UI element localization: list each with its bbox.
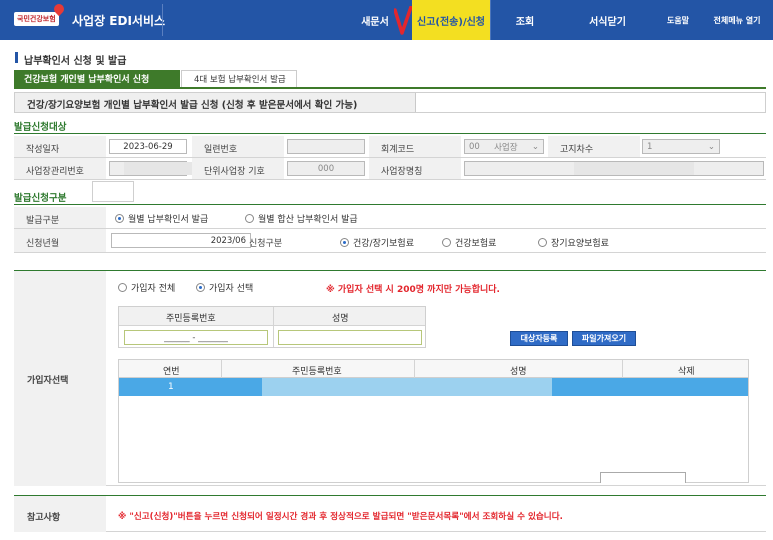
nhis-logo[interactable]: 국민건강보험 — [14, 1, 66, 28]
radio-empty-icon — [245, 214, 254, 223]
menu-report-submit[interactable]: 신고(전송)/신청 — [412, 0, 490, 40]
reference-text: ※ "신고(신청)"버튼을 누르면 신청되어 일정시간 경과 후 정상적으로 발… — [118, 512, 563, 522]
section-rule — [14, 133, 766, 134]
request-type-label: 신청구분 — [249, 239, 283, 249]
resident-id-input[interactable]: ______ - _______ — [124, 330, 268, 345]
radio-label: 가입자 선택 — [209, 284, 254, 294]
column-header-delete: 삭제 — [678, 367, 695, 377]
issue-type-label: 발급구분 — [26, 216, 60, 226]
redacted-area — [574, 162, 694, 175]
unit-code-field[interactable]: 000 — [287, 161, 365, 176]
notice-order-value: 1 — [647, 141, 653, 152]
menu-close-form[interactable]: 서식닫기 — [575, 0, 640, 40]
biz-name-label: 사업장명칭 — [381, 167, 423, 177]
entry-name-header: 성명 — [332, 314, 349, 324]
section-title-target: 발급신청대상 — [14, 122, 67, 133]
radio-label: 월별 합산 납부확인서 발급 — [258, 215, 358, 225]
service-brand-title: 사업장 EDI서비스 — [72, 14, 166, 28]
page-title: 납부확인서 신청 및 발급 — [24, 56, 127, 67]
tab-underline — [14, 87, 766, 89]
request-month-field[interactable]: 2023/06 — [111, 233, 251, 248]
account-code-label: 회계코드 — [381, 145, 415, 155]
radio-label: 월별 납부확인서 발급 — [128, 215, 209, 225]
radio-label: 건강/장기보험료 — [353, 239, 414, 249]
radio-type-health-ltc[interactable]: 건강/장기보험료 — [340, 236, 414, 249]
radio-type-health[interactable]: 건강보험료 — [442, 236, 496, 249]
notice-order-select[interactable]: 1 ⌄ — [642, 139, 720, 154]
request-month-label: 신청년월 — [26, 239, 60, 249]
column-header-id: 주민등록번호 — [292, 367, 342, 377]
tab-individual-payment[interactable]: 건강보험 개인별 납부확인서 신청 — [14, 70, 180, 87]
column-header-no: 연번 — [163, 367, 180, 377]
pager-box[interactable] — [600, 472, 686, 483]
radio-all-subscribers[interactable]: 가입자 전체 — [118, 281, 175, 294]
entry-divider — [273, 307, 274, 347]
account-code-select[interactable]: 00 사업장 ⌄ — [464, 139, 544, 154]
radio-type-ltc[interactable]: 장기요양보험료 — [538, 236, 609, 249]
mgmt-no-label: 사업장관리번호 — [26, 167, 84, 177]
menu-inquiry[interactable]: 조회 — [495, 0, 555, 40]
column-header-name: 성명 — [510, 367, 527, 377]
radio-empty-icon — [538, 238, 547, 247]
section-rule — [14, 204, 766, 205]
account-code-value: 00 — [469, 141, 480, 152]
radio-selected-icon — [340, 238, 349, 247]
radio-select-subscribers[interactable]: 가입자 선택 — [196, 281, 253, 294]
notice-order-label: 고지차수 — [560, 145, 594, 155]
radio-empty-icon — [118, 283, 127, 292]
unit-code-label: 단위사업장 기호 — [204, 167, 265, 177]
title-marker — [15, 52, 18, 63]
form-row: 발급구분 월별 납부확인서 발급 월별 합산 납부확인서 발급 — [14, 207, 766, 229]
register-target-button[interactable]: 대상자등록 — [510, 331, 568, 346]
radio-selected-icon — [115, 214, 124, 223]
blank-box — [92, 181, 134, 202]
form-row: 사업장관리번호 단위사업장 기호 000 사업장명칭 — [14, 158, 766, 180]
radio-issue-monthly[interactable]: 월별 납부확인서 발급 — [115, 212, 208, 225]
chevron-down-icon: ⌄ — [531, 141, 539, 152]
radio-label: 가입자 전체 — [131, 284, 176, 294]
menu-open-all[interactable]: 전체메뉴 열기 — [704, 0, 770, 40]
account-code-name: 사업장 — [494, 142, 518, 153]
row-number: 1 — [168, 382, 174, 392]
radio-empty-icon — [442, 238, 451, 247]
subheading-text: 건강/장기요양보험 개인별 납부확인서 발급 신청 (신청 후 받은문서에서 확… — [27, 100, 358, 111]
radio-label: 건강보험료 — [455, 239, 497, 249]
subscriber-label: 가입자선택 — [27, 376, 69, 386]
grid-header — [119, 360, 748, 378]
reference-label: 참고사항 — [27, 513, 61, 523]
radio-selected-icon — [196, 283, 205, 292]
import-file-button[interactable]: 파일가져오기 — [572, 331, 636, 346]
name-input[interactable] — [278, 330, 422, 345]
tab-four-insurance[interactable]: 4대 보험 납부확인서 발급 — [181, 70, 297, 87]
serial-field[interactable] — [287, 139, 365, 154]
radio-issue-combined[interactable]: 월별 합산 납부확인서 발급 — [245, 212, 358, 225]
entry-header — [119, 307, 425, 326]
section-title-category: 발급신청구분 — [14, 193, 67, 204]
entry-id-header: 주민등록번호 — [166, 314, 216, 324]
form-row: 작성일자 2023-06-29 일련번호 회계코드 00 사업장 ⌄ 고지차수 … — [14, 136, 766, 158]
red-check-mark-icon — [394, 6, 412, 35]
logo-badge: 국민건강보험 — [14, 12, 59, 26]
menu-divider — [490, 0, 491, 40]
write-date-field[interactable]: 2023-06-29 — [109, 139, 187, 154]
form-row: 신청년월 2023/06 신청구분 건강/장기보험료 건강보험료 장기요양보험료 — [14, 229, 766, 253]
redacted-area — [262, 378, 552, 396]
serial-label: 일련번호 — [204, 145, 238, 155]
menu-help[interactable]: 도움말 — [655, 0, 701, 40]
radio-label: 장기요양보험료 — [551, 239, 609, 249]
write-date-label: 작성일자 — [26, 145, 60, 155]
chevron-down-icon: ⌄ — [707, 141, 715, 152]
brand-divider — [162, 4, 163, 36]
subscriber-limit-notice: ※ 가입자 선택 시 200명 까지만 가능합니다. — [326, 285, 500, 295]
